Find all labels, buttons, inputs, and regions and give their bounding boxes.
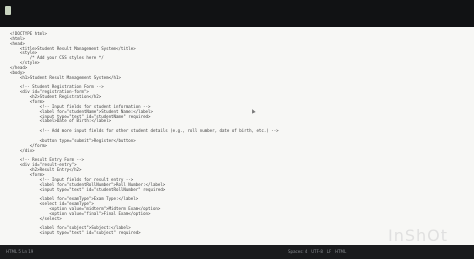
app-icon[interactable] <box>5 6 11 15</box>
code-lines: <!DOCTYPE html> <html> <head> <title>Stude… <box>10 31 279 236</box>
code-editor[interactable]: <!DOCTYPE html> <html> <head> <title>Stude… <box>0 27 474 245</box>
status-left-text: HTML 5 Ln 19 <box>6 249 34 254</box>
status-bar: HTML 5 Ln 19 Spaces: 4 UTF-8 LF HTML <box>0 245 474 259</box>
status-right-text: Spaces: 4 UTF-8 LF HTML <box>288 249 347 254</box>
window-title-bar <box>0 0 474 27</box>
code-line: <input type="text" id="subject" required… <box>10 230 141 236</box>
code-line: <!-- Add more input fields for other stu… <box>10 128 279 134</box>
inshot-watermark: InShOt <box>388 226 449 245</box>
